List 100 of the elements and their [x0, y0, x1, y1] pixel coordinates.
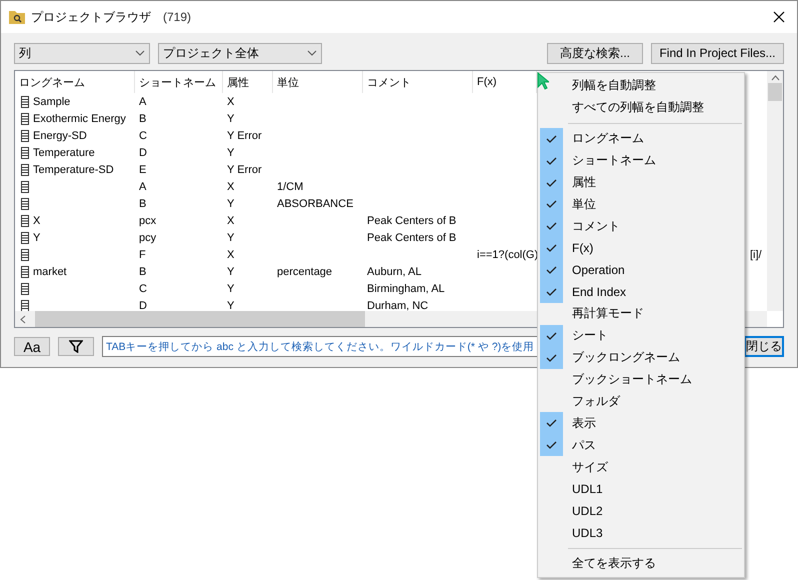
menu-item[interactable]: Operation — [538, 259, 744, 282]
menu-item[interactable]: ショートネーム — [538, 150, 744, 172]
menu-item[interactable]: 再計算モード — [538, 302, 744, 325]
dropdown-value: プロジェクト全体 — [163, 44, 259, 62]
menu-item[interactable]: UDL3 — [538, 522, 744, 544]
checkmark-icon — [546, 134, 557, 143]
column-header[interactable]: ショートネーム — [135, 71, 223, 93]
find-in-files-button[interactable]: Find In Project Files... — [651, 42, 784, 64]
table-cell-text: X — [226, 96, 236, 108]
table-cell-text: pcy — [138, 232, 158, 244]
table-cell-text: market — [32, 266, 68, 278]
filter-icon — [69, 340, 83, 353]
table-cell-text: D — [138, 300, 148, 311]
table-cell-text: percentage — [276, 266, 334, 278]
table-cell-text: A — [138, 180, 148, 192]
filter-button[interactable] — [58, 337, 94, 356]
column-icon — [21, 198, 29, 210]
menu-item[interactable]: パス — [538, 434, 744, 456]
table-cell-text: Exothermic Energy — [32, 112, 127, 124]
table-cell-text: Birmingham, AL — [366, 282, 446, 294]
table-cell-text: Y — [226, 282, 236, 294]
table-cell-text: Auburn, AL — [366, 266, 422, 278]
column-header[interactable]: ロングネーム — [15, 71, 135, 93]
menu-item[interactable]: F(x) — [538, 237, 744, 260]
column-icon — [21, 232, 29, 244]
checkmark-icon — [546, 178, 557, 186]
scroll-thumb[interactable] — [35, 311, 365, 327]
table-cell-text: Y Error — [226, 164, 263, 176]
menu-item[interactable]: コメント — [538, 215, 744, 238]
table-cell-text: Y — [226, 232, 236, 244]
chevron-down-icon — [135, 50, 145, 56]
table-cell-text: Y — [32, 232, 42, 244]
table-cell-text: X — [32, 214, 42, 226]
column-icon — [21, 96, 29, 108]
window-title: プロジェクトブラウザ — [31, 8, 151, 26]
column-icon — [21, 180, 29, 192]
column-icon — [21, 130, 29, 142]
table-cell-text: Durham, NC — [366, 300, 430, 311]
table-cell-text: X — [226, 214, 236, 226]
table-cell-text: F — [138, 248, 147, 260]
checkmark-icon — [546, 244, 557, 252]
column-icon — [21, 266, 29, 278]
menu-item[interactable]: シート — [538, 324, 744, 347]
column-header[interactable]: 属性 — [223, 71, 273, 93]
checkmark-icon — [546, 419, 557, 428]
menu-item[interactable]: 表示 — [538, 412, 744, 434]
chevron-down-icon — [307, 50, 317, 56]
table-cell-text: Temperature — [32, 146, 96, 158]
menu-item[interactable]: 全てを表示する — [538, 552, 744, 575]
menu-item[interactable]: ブックショートネーム — [538, 368, 744, 390]
menu-item[interactable]: UDL2 — [538, 500, 744, 522]
vertical-scrollbar[interactable] — [767, 71, 783, 311]
checkmark-icon — [546, 354, 557, 362]
table-cell-text: X — [226, 248, 236, 260]
menu-item[interactable]: UDL1 — [538, 478, 744, 500]
menu-item[interactable]: フォルダ — [538, 390, 744, 412]
table-cell-text: i==1?(col(G) — [476, 248, 537, 260]
menu-item[interactable]: すべての列幅を自動調整 — [538, 96, 744, 119]
checkmark-icon — [546, 200, 557, 208]
checkmark-icon — [546, 332, 557, 340]
checkmark-icon — [546, 288, 557, 296]
scope-dropdown[interactable]: プロジェクト全体 — [158, 42, 322, 64]
table-cell-text: A — [138, 96, 148, 108]
table-cell-text: Peak Centers of B — [366, 214, 458, 226]
table-cell: [i]/ — [750, 248, 762, 260]
column-icon — [21, 112, 29, 124]
close-button[interactable]: 閉じる — [744, 336, 784, 357]
menu-item[interactable]: ブックロングネーム — [538, 346, 744, 369]
column-icon — [21, 300, 29, 311]
menu-item[interactable]: 単位 — [538, 193, 744, 216]
column-header[interactable]: 単位 — [273, 71, 363, 93]
column-header[interactable]: コメント — [363, 71, 473, 93]
search-field[interactable]: TABキーを押してから abc と入力して検索してください。ワイルドカード(* や ?)を使用 — [102, 336, 538, 357]
column-icon — [21, 164, 29, 176]
table-cell-text: E — [138, 164, 148, 176]
item-count: (719) — [163, 10, 192, 24]
table-cell-text: C — [138, 282, 148, 294]
advanced-search-button[interactable]: 高度な検索... — [547, 42, 643, 64]
table-cell-text: 1/CM — [276, 180, 304, 192]
table-cell-text: B — [138, 198, 148, 210]
checkmark-icon — [546, 441, 557, 450]
table-cell-text: Y — [226, 300, 236, 311]
menu-item[interactable]: 属性 — [538, 172, 744, 194]
menu-item[interactable]: ロングネーム — [538, 128, 744, 150]
match-case-button[interactable]: Aa — [14, 337, 50, 356]
table-cell-text: Y Error — [226, 130, 263, 142]
checkmark-icon — [546, 156, 557, 165]
scroll-thumb[interactable] — [768, 83, 782, 101]
table-cell-text: C — [138, 130, 148, 142]
table-cell-text: Energy-SD — [32, 130, 88, 142]
scroll-up-icon[interactable] — [770, 75, 780, 81]
type-dropdown[interactable]: 列 — [14, 42, 150, 64]
cursor-icon — [537, 72, 549, 90]
column-icon — [21, 248, 29, 260]
menu-item[interactable]: サイズ — [538, 456, 744, 478]
column-icon — [21, 146, 29, 158]
table-cell-text: Y — [226, 266, 236, 278]
column-icon — [21, 214, 29, 226]
table-cell-text: pcx — [138, 214, 158, 226]
menu-item[interactable]: End Index — [538, 281, 744, 303]
